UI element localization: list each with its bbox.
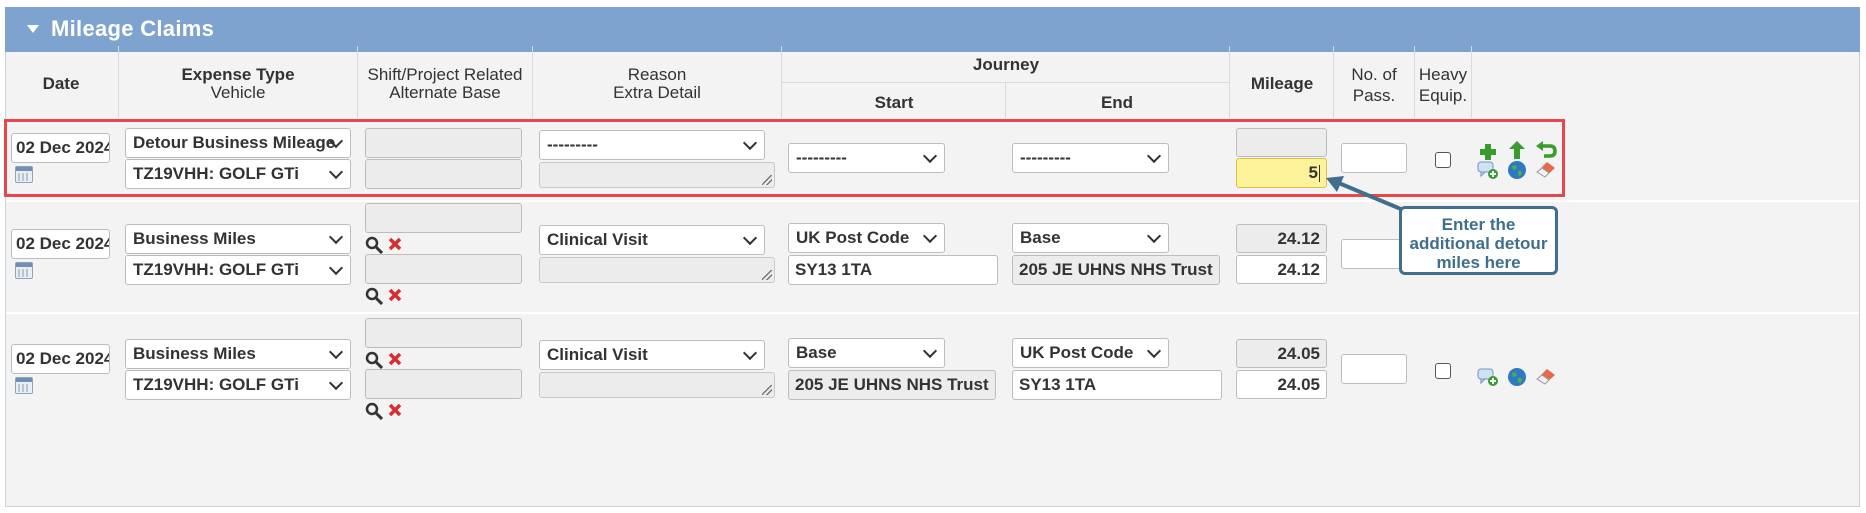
heavy-equipment-checkbox[interactable] [1435, 363, 1451, 379]
journey-start-select[interactable]: Base [788, 338, 945, 368]
mileage-calculated-field: 24.12 [1236, 224, 1327, 253]
callout-tooltip: Enter the additional detour miles here [1399, 206, 1558, 275]
header-alternate-base: Alternate Base [389, 83, 501, 102]
calendar-icon[interactable] [15, 377, 33, 394]
header-divider [1333, 46, 1334, 118]
callout-arrow [1326, 176, 1409, 214]
passengers-input[interactable] [1341, 239, 1407, 269]
panel-title-bar[interactable]: Mileage Claims [5, 7, 1860, 52]
mileage-input[interactable]: 24.12 [1236, 255, 1327, 284]
vehicle-select[interactable]: TZ19VHH: GOLF GTi [125, 255, 351, 285]
extra-detail-textarea[interactable] [539, 257, 775, 283]
clear-icon[interactable] [388, 237, 402, 251]
search-icon[interactable] [365, 402, 383, 420]
header-vehicle: Vehicle [210, 83, 266, 102]
row-separator [6, 312, 1859, 314]
calendar-icon[interactable] [15, 262, 33, 279]
mileage-input[interactable]: 24.05 [1236, 370, 1327, 399]
journey-divider [781, 82, 1229, 83]
header-start: Start [874, 93, 914, 112]
date-input[interactable]: 02 Dec 2024 [11, 344, 110, 374]
resize-grip-icon[interactable] [762, 385, 772, 395]
journey-start-postcode-input[interactable]: SY13 1TA [788, 255, 998, 285]
extra-detail-textarea[interactable] [539, 372, 775, 398]
header-date: Date [42, 74, 80, 93]
alternate-base-field[interactable] [365, 369, 522, 399]
journey-end-select[interactable]: Base [1012, 223, 1169, 253]
clear-icon[interactable] [388, 352, 402, 366]
panel-title: Mileage Claims [51, 16, 215, 41]
header-divider [1229, 46, 1230, 118]
header-mileage: Mileage [1250, 74, 1314, 93]
reason-select[interactable]: Clinical Visit [539, 340, 765, 370]
search-icon[interactable] [365, 287, 383, 305]
vehicle-select[interactable]: TZ19VHH: GOLF GTi [125, 370, 351, 400]
expense-type-select[interactable]: Business Miles [125, 339, 351, 369]
header-divider [1471, 46, 1472, 118]
header-divider [357, 46, 358, 118]
expense-type-select[interactable]: Business Miles [125, 224, 351, 254]
journey-end-base-field: 205 JE UHNS NHS Trust [1012, 255, 1220, 285]
header-heavy-equipment: Heavy Equip. [1418, 65, 1468, 105]
header-end: End [1100, 93, 1134, 112]
resize-grip-icon[interactable] [762, 270, 772, 280]
passengers-input[interactable] [1341, 354, 1407, 384]
journey-start-base-field: 205 JE UHNS NHS Trust [788, 370, 996, 400]
add-comment-icon[interactable] [1477, 367, 1499, 387]
header-divider [532, 46, 533, 118]
search-icon[interactable] [365, 351, 383, 369]
shift-project-field[interactable] [365, 203, 522, 233]
journey-end-select[interactable]: UK Post Code [1012, 338, 1169, 368]
header-divider [118, 46, 119, 118]
row-separator [6, 200, 1859, 202]
mileage-calculated-field: 24.05 [1236, 339, 1327, 368]
header-journey: Journey [972, 55, 1040, 74]
journey-end-postcode-input[interactable]: SY13 1TA [1012, 370, 1222, 400]
shift-project-field[interactable] [365, 318, 522, 348]
alternate-base-field[interactable] [365, 254, 522, 284]
collapse-triangle-icon[interactable] [27, 25, 39, 33]
clear-icon[interactable] [388, 288, 402, 302]
journey-start-select[interactable]: UK Post Code [788, 223, 945, 253]
date-input[interactable]: 02 Dec 2024 [11, 229, 110, 259]
clear-icon[interactable] [388, 403, 402, 417]
header-passengers: No. of Pass. [1351, 65, 1397, 105]
map-globe-icon[interactable] [1507, 367, 1527, 387]
eraser-icon[interactable] [1535, 367, 1557, 385]
search-icon[interactable] [365, 236, 383, 254]
header-extra-detail: Extra Detail [613, 83, 701, 102]
reason-select[interactable]: Clinical Visit [539, 225, 765, 255]
